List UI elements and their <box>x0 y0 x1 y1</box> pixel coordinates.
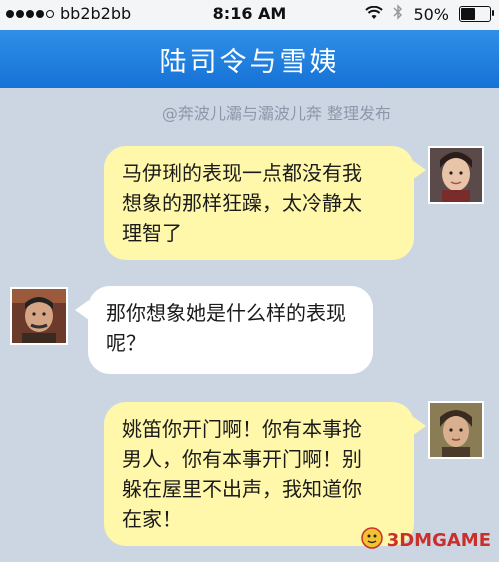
avatar-mayili[interactable] <box>428 146 484 204</box>
chat-title: 陆司令与雪姨 <box>159 46 340 78</box>
message-line: 那你想象她是什么样的表现 <box>106 301 346 325</box>
watermark-logo-icon <box>360 527 383 554</box>
status-bar: bb2b2bb 8:16 AM 50% <box>0 0 499 30</box>
battery-icon <box>459 6 494 22</box>
bluetooth-icon <box>393 4 403 24</box>
watermark-text: 3DMGAME <box>386 530 491 551</box>
avatar-xueyi[interactable] <box>428 401 484 459</box>
message-bubble-1: 马伊琍的表现一点都没有我 想象的那样狂躁，太冷静太 理智了 <box>104 146 414 260</box>
chat-screen: bb2b2bb 8:16 AM 50% 陆司令与雪姨 @奔波儿灞与灞波儿奔 整理… <box>0 0 499 562</box>
message-line: 马伊琍的表现一点都没有我 <box>122 161 362 185</box>
message-line: 男人，你有本事开门啊！别 <box>122 447 362 471</box>
watermark: 3DMGAME <box>360 527 491 554</box>
chat-header: 陆司令与雪姨 <box>0 30 499 88</box>
message-line: 想象的那样狂躁，太冷静太 <box>122 191 362 215</box>
bubble-tail <box>412 160 426 180</box>
message-bubble-2: 那你想象她是什么样的表现 呢？ <box>88 286 373 374</box>
message-line: 姚笛你开门啊！你有本事抢 <box>122 417 362 441</box>
battery-fill <box>461 8 475 20</box>
credit-text: @奔波儿灞与灞波儿奔 整理发布 <box>161 104 391 123</box>
message-line: 躲在屋里不出声，我知道你 <box>122 477 362 501</box>
battery-percent: 50% <box>413 4 449 24</box>
status-right: 50% <box>365 4 494 24</box>
wifi-icon <box>365 5 384 24</box>
message-line: 呢？ <box>106 331 146 355</box>
bubble-tail <box>412 416 426 436</box>
message-line: 在家！ <box>122 507 182 531</box>
message-line: 理智了 <box>122 221 182 245</box>
bubble-tail <box>75 300 89 320</box>
avatar-commander-lu[interactable] <box>10 287 68 345</box>
message-bubble-3: 姚笛你开门啊！你有本事抢 男人，你有本事开门啊！别 躲在屋里不出声，我知道你 在… <box>104 402 414 546</box>
